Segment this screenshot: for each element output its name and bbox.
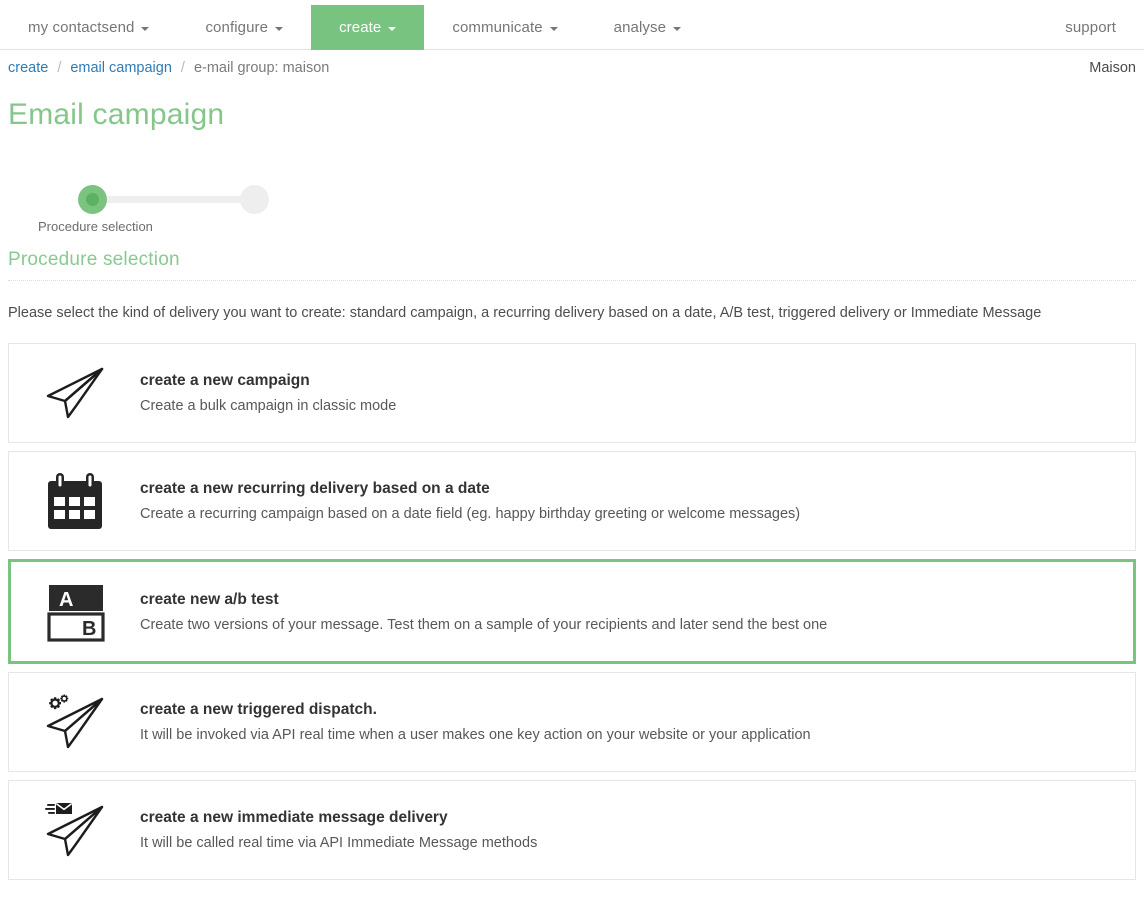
option-card-title: create a new recurring delivery based on… — [140, 480, 490, 497]
option-card-recurring-delivery[interactable]: create a new recurring delivery based on… — [8, 451, 1136, 551]
option-card-description: It will be invoked via API real time whe… — [140, 727, 811, 743]
delivery-option-list: create a new campaign Create a bulk camp… — [8, 343, 1136, 880]
breadcrumb: create / email campaign / e-mail group: … — [0, 50, 1144, 85]
nav-right-group: support — [1065, 5, 1144, 50]
nav-item-label: configure — [205, 19, 269, 36]
nav-item-label: support — [1065, 19, 1116, 36]
option-card-new-campaign[interactable]: create a new campaign Create a bulk camp… — [8, 343, 1136, 443]
nav-item-my-contactsend[interactable]: my contactsend — [0, 5, 177, 50]
main-navbar: my contactsend configure create communic… — [0, 0, 1144, 50]
ab-test-icon-label-a: A — [59, 589, 73, 611]
option-card-text: create a new triggered dispatch. It will… — [140, 699, 1135, 745]
nav-item-analyse[interactable]: analyse — [586, 5, 709, 50]
chevron-down-icon — [141, 26, 150, 31]
breadcrumb-item-current: e-mail group: maison — [193, 59, 330, 76]
stepper-connector-line — [86, 196, 252, 203]
nav-item-label: analyse — [613, 19, 667, 36]
nav-item-communicate[interactable]: communicate — [424, 5, 585, 50]
option-card-ab-test[interactable]: A B create new a/b test Create two versi… — [8, 559, 1136, 664]
nav-item-label: create — [339, 19, 382, 36]
option-card-triggered-dispatch[interactable]: create a new triggered dispatch. It will… — [8, 672, 1136, 772]
nav-item-label: communicate — [452, 19, 543, 36]
option-card-text: create a new immediate message delivery … — [140, 807, 1135, 853]
option-card-description: Create a recurring campaign based on a d… — [140, 506, 801, 522]
page-title: Email campaign — [8, 98, 225, 131]
stepper-step-1-label: Procedure selection — [38, 219, 153, 234]
option-card-description: It will be called real time via API Imme… — [140, 835, 538, 851]
stepper-step-2-dot[interactable] — [240, 185, 269, 214]
chevron-down-icon — [388, 26, 397, 31]
breadcrumb-separator: / — [57, 59, 62, 76]
breadcrumb-separator: / — [180, 59, 185, 76]
option-card-text: create new a/b test Create two versions … — [140, 589, 1133, 635]
option-card-description: Create a bulk campaign in classic mode — [140, 398, 397, 414]
section-description: Please select the kind of delivery you w… — [8, 305, 1042, 321]
option-card-immediate-message[interactable]: create a new immediate message delivery … — [8, 780, 1136, 880]
breadcrumb-item-create[interactable]: create — [8, 60, 48, 76]
section-heading: Procedure selection — [8, 249, 1136, 281]
nav-item-label: my contactsend — [28, 19, 135, 36]
stepper-step-1-dot[interactable] — [78, 185, 107, 214]
chevron-down-icon — [275, 26, 284, 31]
nav-item-support[interactable]: support — [1065, 19, 1116, 36]
option-card-title: create a new campaign — [140, 372, 310, 389]
chevron-down-icon — [549, 26, 558, 31]
option-card-title: create a new immediate message delivery — [140, 809, 448, 826]
paper-plane-envelope-icon — [9, 801, 140, 859]
option-card-text: create a new recurring delivery based on… — [140, 478, 1135, 524]
account-name: Maison — [1089, 59, 1136, 76]
paper-plane-icon — [9, 365, 140, 421]
nav-item-configure[interactable]: configure — [177, 5, 311, 50]
nav-item-list: my contactsend configure create communic… — [0, 5, 709, 50]
paper-plane-gear-icon — [9, 693, 140, 751]
chevron-down-icon — [673, 26, 682, 31]
option-card-description: Create two versions of your message. Tes… — [140, 616, 828, 633]
progress-stepper: Procedure selection — [8, 169, 328, 234]
option-card-title: create a new triggered dispatch. — [140, 701, 377, 718]
breadcrumb-item-email-campaign[interactable]: email campaign — [70, 60, 172, 76]
ab-test-icon-label-b: B — [82, 618, 96, 640]
ab-test-icon: A B — [11, 581, 140, 643]
option-card-title: create new a/b test — [140, 590, 279, 608]
page-content: create / email campaign / e-mail group: … — [0, 50, 1144, 888]
calendar-icon — [9, 471, 140, 531]
nav-item-create[interactable]: create — [311, 5, 425, 50]
option-card-text: create a new campaign Create a bulk camp… — [140, 370, 1135, 416]
